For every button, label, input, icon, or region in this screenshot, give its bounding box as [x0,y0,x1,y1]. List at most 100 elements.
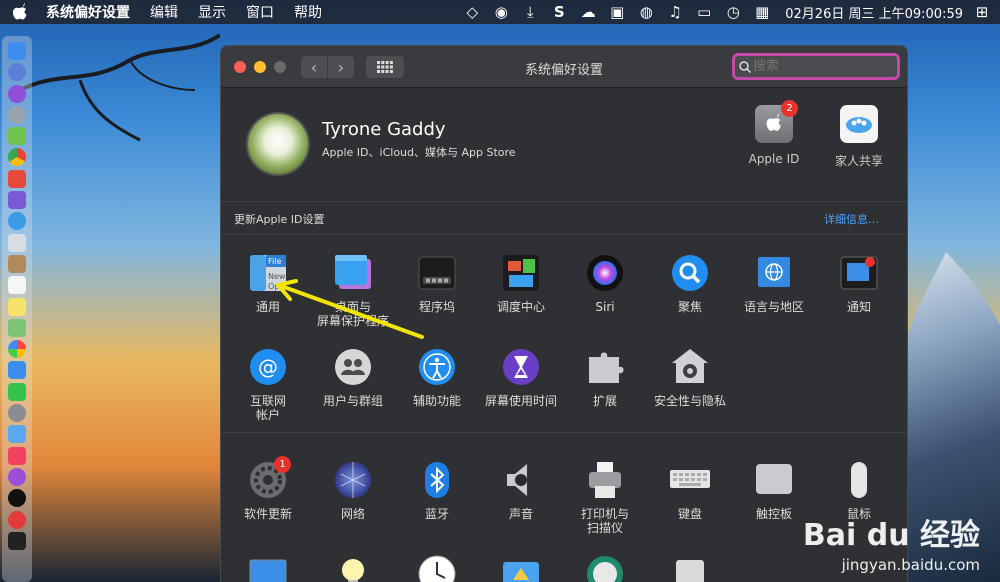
pane-users-groups[interactable]: 用户与群组 [311,347,395,408]
pane-date-time[interactable] [395,554,479,582]
android-dock-icon[interactable] [8,127,26,146]
pane-sharing[interactable] [479,554,563,582]
pane-accessibility[interactable]: 辅助功能 [395,347,479,408]
chrome-dock-icon[interactable] [8,148,26,167]
finder-dock-icon[interactable] [8,42,26,60]
app-red-dock-icon[interactable] [8,169,26,188]
watermark-logo: Bai du 经验 [802,518,980,553]
pane-siri[interactable]: Siri [563,253,647,314]
pane-startup-disk[interactable] [648,554,732,582]
finder-alt-dock-icon[interactable] [8,425,26,444]
tv-dock-icon[interactable] [8,489,26,508]
display-status-icon[interactable]: ▭ [694,3,714,21]
title-bar: ‹ › 系统偏好设置 [221,46,907,88]
section-divider [221,432,907,433]
energy-saver-icon [333,554,373,582]
pane-sound[interactable]: 声音 [479,460,563,521]
spotlight-icon [670,253,710,293]
menu-window[interactable]: 窗口 [246,2,274,22]
siri-dock-icon[interactable] [8,84,26,103]
pane-label: 辅助功能 [412,394,461,408]
calendar-dock-icon[interactable] [8,276,26,295]
user-avatar[interactable] [246,112,310,176]
language-icon [754,253,794,293]
menu-bar: 系统偏好设置 编辑 显示 窗口 帮助 ◇ ◉ ⤓ S ☁ ▣ ◍ ♫ ▭ ◷ ▦… [0,0,1000,24]
pane-network[interactable]: 网络 [311,460,395,521]
notes-dock-icon[interactable] [8,297,26,316]
pane-notifications[interactable]: 通知 [817,253,901,314]
fox-status-icon[interactable]: ◇ [462,3,482,21]
notes-brown-dock-icon[interactable] [8,254,26,273]
pane-label: 网络 [340,507,365,521]
app-purple-dock-icon[interactable] [8,191,26,210]
menu-view[interactable]: 显示 [198,2,226,22]
wechat-dock-icon[interactable] [8,382,26,401]
menu-help[interactable]: 帮助 [294,2,322,22]
globe-status-icon[interactable]: ◍ [636,3,656,21]
pane-label: 键盘 [677,507,702,521]
system-preferences-dock-icon[interactable] [8,404,26,423]
s-app-status-icon[interactable]: S [549,3,569,21]
apple-id-icon: 2 [755,100,798,143]
software-update-badge: 1 [274,456,291,473]
accessibility-icon [417,347,457,387]
music-status-icon[interactable]: ♫ [665,3,685,21]
calendar-status-icon[interactable]: ▦ [752,3,772,21]
search-icon [739,60,751,73]
rocket-dock-icon[interactable] [8,105,26,124]
pane-bluetooth[interactable]: 蓝牙 [395,460,479,521]
software-update-icon: 1 [248,456,291,500]
app-red2-dock-icon[interactable] [8,510,26,529]
apple-id-badge: 2 [781,100,798,117]
search-field[interactable] [732,53,900,80]
sharing-icon [501,554,541,582]
download-status-icon[interactable]: ⤓ [520,3,540,21]
pane-language-region[interactable]: 语言与地区 [732,253,816,314]
pane-displays[interactable] [226,554,310,582]
apple-menu-icon[interactable] [12,3,28,21]
printer-icon [585,460,625,500]
safari-dock-icon[interactable] [8,212,26,231]
pane-energy-saver[interactable] [311,554,395,582]
shield-status-icon[interactable]: ◉ [491,3,511,21]
pane-spotlight[interactable]: 聚焦 [648,253,732,314]
family-sharing-pane[interactable]: 家人共享 [824,105,894,169]
menubar-clock[interactable]: 02月26日 周三 上午09:00:59 [785,3,963,22]
clock-icon [417,554,457,582]
menu-edit[interactable]: 编辑 [150,2,178,22]
security-icon [670,347,710,387]
pane-label: 用户与群组 [322,394,383,408]
maps-dock-icon[interactable] [8,318,26,337]
podcasts-dock-icon[interactable] [8,467,26,486]
mail-dock-icon[interactable] [8,233,26,252]
bluetooth-icon [417,460,457,500]
launchpad-dock-icon[interactable] [8,63,26,82]
ghost-status-icon[interactable]: ☁ [578,3,598,21]
pane-extensions[interactable]: 扩展 [563,347,647,408]
pane-label: 蓝牙 [424,507,449,521]
dock [2,36,32,582]
menu-app-name[interactable]: 系统偏好设置 [46,2,130,22]
pane-label: 通知 [846,300,871,314]
music-dock-icon[interactable] [8,446,26,465]
messages-blue-dock-icon[interactable] [8,361,26,380]
pane-label: 扩展 [592,394,617,408]
details-link[interactable]: 详细信息… [824,211,879,227]
time-machine-status-icon[interactable]: ◷ [723,3,743,21]
control-status-icon[interactable]: ⊞ [972,3,992,21]
pane-printers-scanners[interactable]: 打印机与 扫描仪 [563,460,647,535]
pane-keyboard[interactable]: 键盘 [648,460,732,521]
terminal-dock-icon[interactable] [8,531,26,550]
search-input[interactable] [753,59,893,74]
user-subtitle: Apple ID、iCloud、媒体与 App Store [322,146,516,159]
trackpad-icon [754,460,794,500]
pane-mission-control[interactable]: 调度中心 [479,253,563,314]
pane-screen-time[interactable]: 屏幕使用时间 [479,347,563,408]
apple-id-pane[interactable]: 2 Apple ID [739,100,809,166]
pane-internet-accounts[interactable]: @ 互联网 帐户 [226,347,310,422]
pane-time-machine[interactable] [563,554,647,582]
pane-software-update[interactable]: 1 软件更新 [226,456,310,521]
photos-dock-icon[interactable] [8,340,26,359]
pane-security-privacy[interactable]: 安全性与隐私 [648,347,732,408]
s-box-status-icon[interactable]: ▣ [607,3,627,21]
